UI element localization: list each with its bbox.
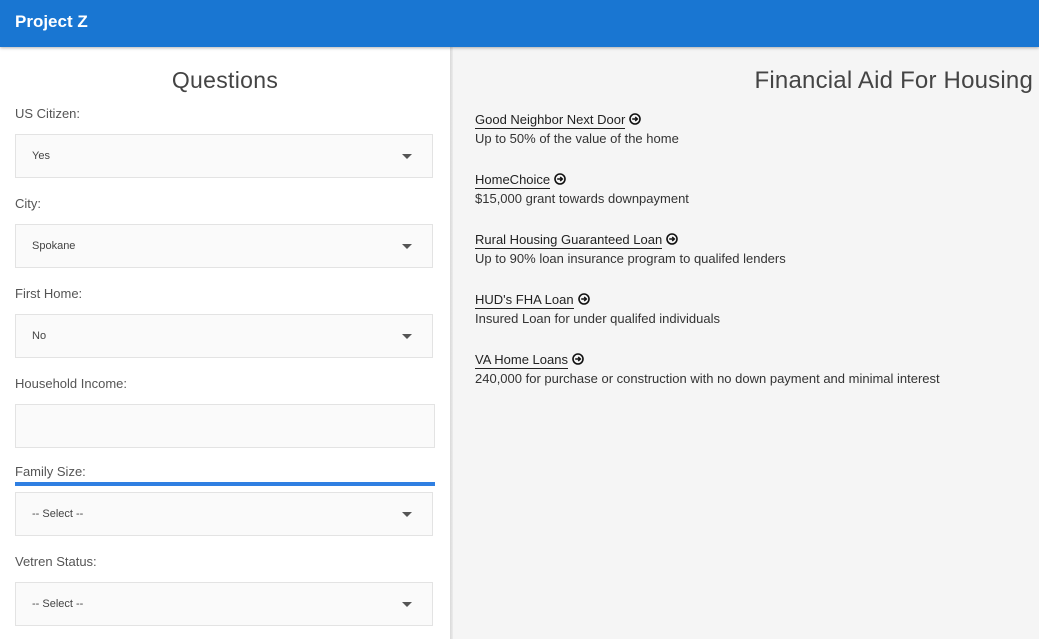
aid-description: Up to 90% loan insurance program to qual… — [475, 251, 786, 266]
arrow-right-circle-icon[interactable] — [554, 173, 566, 185]
focus-indicator — [15, 482, 435, 486]
aid-link-rural-housing[interactable]: Rural Housing Guaranteed Loan — [475, 232, 663, 249]
chevron-down-icon — [402, 244, 412, 249]
city-value: Spokane — [32, 240, 76, 252]
arrow-right-circle-icon[interactable] — [572, 353, 584, 365]
arrow-right-circle-icon[interactable] — [666, 233, 678, 245]
city-select[interactable]: Spokane — [15, 224, 433, 268]
city-label: City: — [15, 196, 41, 211]
aid-description: Insured Loan for under qualifed individu… — [475, 311, 721, 326]
aid-panel: Financial Aid For Housing Good Neighbor … — [453, 47, 1039, 639]
aid-item: HUD's FHA Loan Insured Loan for under qu… — [475, 291, 720, 326]
chevron-down-icon — [402, 512, 412, 517]
vetren-status-select[interactable]: -- Select -- — [15, 582, 433, 626]
first-home-label: First Home: — [15, 286, 83, 301]
family-size-select[interactable]: -- Select -- — [15, 492, 433, 536]
first-home-select[interactable]: No — [15, 314, 433, 358]
questions-title: Questions — [171, 67, 279, 93]
aid-item: Good Neighbor Next Door Up to 50% of the… — [475, 111, 679, 146]
questions-panel: Questions US Citizen: Yes City: Spokane … — [0, 47, 450, 639]
aid-link-va-home-loans[interactable]: VA Home Loans — [475, 352, 568, 369]
us-citizen-value: Yes — [32, 150, 50, 162]
arrow-right-circle-icon[interactable] — [629, 113, 642, 125]
app-header: Project Z — [0, 0, 1039, 47]
first-home-value: No — [32, 330, 47, 342]
aid-link-good-neighbor[interactable]: Good Neighbor Next Door — [475, 112, 626, 129]
chevron-down-icon — [402, 334, 412, 339]
arrow-right-circle-icon[interactable] — [577, 293, 590, 305]
family-size-value: -- Select -- — [32, 508, 84, 520]
aid-description: $15,000 grant towards downpayment — [475, 191, 689, 206]
vetren-status-label: Vetren Status: — [15, 554, 97, 569]
family-size-label: Family Size: — [15, 464, 86, 479]
household-income-input[interactable] — [15, 404, 435, 448]
aid-link-homechoice[interactable]: HomeChoice — [475, 172, 551, 189]
us-citizen-label: US Citizen: — [15, 106, 81, 121]
aid-item: Rural Housing Guaranteed Loan Up to 90% … — [475, 231, 786, 266]
chevron-down-icon — [402, 154, 412, 159]
household-income-label: Household Income: — [15, 376, 128, 391]
chevron-down-icon — [402, 602, 412, 607]
us-citizen-select[interactable]: Yes — [15, 134, 433, 178]
aid-description: 240,000 for purchase or construction wit… — [475, 371, 940, 386]
aid-link-hud-fha[interactable]: HUD's FHA Loan — [475, 292, 574, 309]
aid-description: Up to 50% of the value of the home — [475, 131, 679, 146]
aid-item: VA Home Loans 240,000 for purchase or co… — [475, 351, 940, 386]
aid-title: Financial Aid For Housing — [754, 67, 1033, 94]
app-title[interactable]: Project Z — [15, 12, 88, 32]
aid-item: HomeChoice $15,000 grant towards downpay… — [475, 171, 689, 206]
vetren-status-value: -- Select -- — [32, 598, 84, 610]
